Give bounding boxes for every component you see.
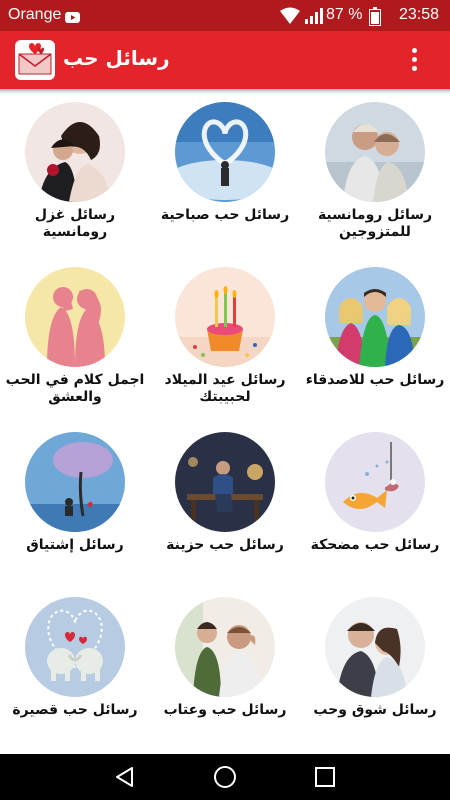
category-tile-married[interactable]: رسائل رومانسية للمتزوجين (300, 94, 450, 254)
category-label: رسائل رومانسية للمتزوجين (317, 207, 433, 240)
category-tile-longing[interactable]: رسائل إشتياق (0, 424, 150, 584)
app-bar: رسائل حب (0, 31, 450, 89)
category-label: رسائل حب قصيرة (12, 702, 138, 718)
category-image (25, 267, 125, 367)
category-tile-friends[interactable]: رسائل حب للاصدقاء (300, 259, 450, 419)
category-image (175, 432, 275, 532)
category-image (175, 597, 275, 697)
category-label: رسائل حب مضحكة (310, 537, 440, 553)
category-tile-birthday[interactable]: رسائل عيد الميلاد لحبيبتك (150, 259, 300, 419)
category-tile-short[interactable]: رسائل حب قصيرة (0, 589, 150, 749)
category-image (325, 432, 425, 532)
battery-percent: 87 % (326, 6, 363, 23)
category-tile-flirt[interactable]: رسائل غزل رومانسية (0, 94, 150, 254)
category-image (175, 267, 275, 367)
carrier-name: Orange (8, 6, 62, 23)
category-label: رسائل حب وعتاب (163, 702, 287, 718)
category-tile-best-words[interactable]: اجمل كلام في الحب والعشق (0, 259, 150, 419)
category-image (25, 102, 125, 202)
category-label: رسائل شوق وحب (313, 702, 437, 718)
category-label: رسائل إشتياق (26, 537, 124, 553)
category-image (25, 432, 125, 532)
back-icon[interactable] (113, 765, 137, 789)
category-image (175, 102, 275, 202)
category-tile-funny[interactable]: رسائل حب مضحكة (300, 424, 450, 584)
overflow-menu-icon[interactable] (402, 45, 428, 75)
category-label: رسائل حب حزينة (166, 537, 284, 553)
category-tile-morning[interactable]: رسائل حب صباحية (150, 94, 300, 254)
app-title: رسائل حب (63, 46, 170, 70)
recents-icon[interactable] (313, 765, 337, 789)
category-tile-reproach[interactable]: رسائل حب وعتاب (150, 589, 300, 749)
battery-icon (369, 7, 381, 26)
category-image (325, 267, 425, 367)
wifi-icon (280, 7, 300, 24)
clock: 23:58 (399, 6, 440, 23)
category-label: رسائل حب للاصدقاء (305, 372, 445, 388)
category-label: رسائل حب صباحية (160, 207, 290, 223)
home-icon[interactable] (213, 765, 237, 789)
category-tile-sad[interactable]: رسائل حب حزينة (150, 424, 300, 584)
category-label: رسائل عيد الميلاد لحبيبتك (164, 372, 286, 405)
category-grid: رسائل رومانسية للمتزوجين رسائل حب صباحية… (0, 94, 450, 754)
category-label: اجمل كلام في الحب والعشق (5, 372, 145, 405)
status-bar: Orange 87 % 23:58 (0, 0, 450, 31)
love-letter-logo (15, 40, 55, 80)
category-image (25, 597, 125, 697)
category-label: رسائل غزل رومانسية (34, 207, 116, 240)
signal-icon (304, 7, 324, 24)
category-tile-yearning[interactable]: رسائل شوق وحب (300, 589, 450, 749)
navigation-bar (0, 754, 450, 800)
category-image (325, 102, 425, 202)
category-image (325, 597, 425, 697)
youtube-notification-icon (65, 10, 80, 23)
